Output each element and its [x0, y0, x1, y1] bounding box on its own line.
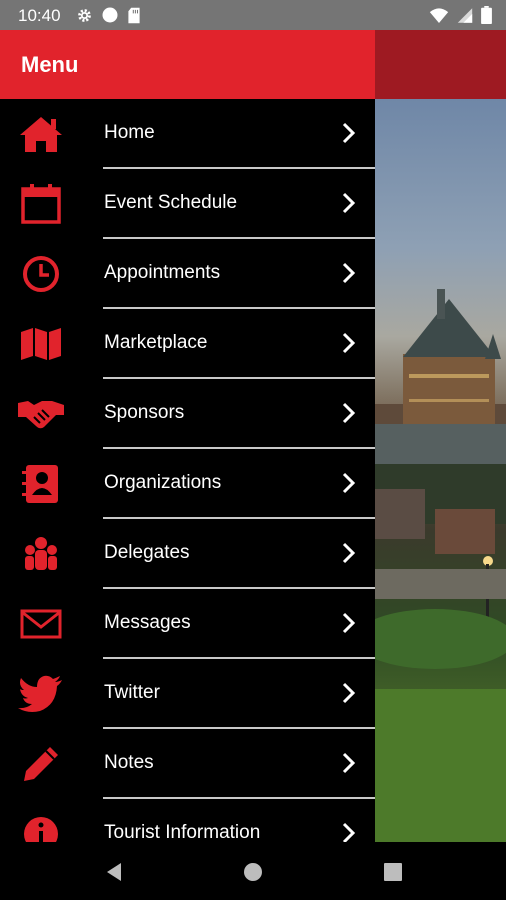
menu-item-label: Home	[104, 122, 155, 143]
background-content[interactable]	[375, 30, 506, 842]
home-button[interactable]	[241, 860, 265, 884]
menu-item-label: Event Schedule	[104, 192, 238, 213]
chevron-right-icon	[342, 682, 356, 704]
menu-item-delegates[interactable]: Delegates	[0, 519, 375, 589]
menu-item-appointments[interactable]: Appointments	[0, 239, 375, 309]
menu-item-label: Messages	[104, 612, 191, 633]
status-time: 10:40	[18, 6, 61, 25]
calendar-icon	[21, 184, 61, 224]
menu-item-label: Marketplace	[104, 332, 208, 353]
system-navigation-bar	[0, 842, 506, 900]
menu-item-marketplace[interactable]: Marketplace	[0, 309, 375, 379]
menu-item-notes[interactable]: Notes	[0, 729, 375, 799]
gear-icon	[78, 8, 91, 22]
battery-icon	[481, 6, 492, 24]
navigation-drawer: Menu Home Event Schedule Appointments Ma…	[0, 30, 375, 842]
clock-icon	[23, 256, 59, 292]
menu-item-label: Sponsors	[104, 402, 185, 423]
handshake-icon	[18, 401, 64, 429]
menu-item-tourist-information[interactable]: Tourist Information	[0, 799, 375, 842]
menu-item-label: Tourist Information	[104, 822, 261, 842]
chevron-right-icon	[342, 262, 356, 284]
back-button[interactable]	[102, 860, 126, 884]
signal-icon	[457, 7, 473, 23]
chevron-right-icon	[342, 472, 356, 494]
map-icon	[21, 328, 61, 360]
chevron-right-icon	[342, 752, 356, 774]
chevron-right-icon	[342, 542, 356, 564]
menu-item-organizations[interactable]: Organizations	[0, 449, 375, 519]
menu-item-label: Delegates	[104, 542, 190, 563]
menu-list: Home Event Schedule Appointments Marketp…	[0, 99, 375, 842]
contact-book-icon	[22, 465, 58, 503]
group-icon	[25, 537, 57, 570]
chevron-right-icon	[342, 332, 356, 354]
menu-item-label: Notes	[104, 752, 154, 773]
chevron-right-icon	[342, 122, 356, 144]
menu-item-label: Organizations	[104, 472, 222, 493]
info-icon	[24, 817, 58, 842]
status-bar: 10:40	[0, 0, 506, 30]
chevron-right-icon	[342, 192, 356, 214]
drawer-title: Menu	[21, 52, 79, 77]
envelope-icon	[20, 609, 62, 639]
background-photo	[375, 99, 506, 842]
menu-item-event-schedule[interactable]: Event Schedule	[0, 169, 375, 239]
sd-card-icon	[128, 7, 140, 23]
menu-item-home[interactable]: Home	[0, 99, 375, 169]
chevron-right-icon	[342, 402, 356, 424]
twitter-bird-icon	[18, 675, 62, 712]
home-icon	[20, 117, 62, 152]
menu-item-twitter[interactable]: Twitter	[0, 659, 375, 729]
recents-button[interactable]	[381, 860, 405, 884]
chevron-right-icon	[342, 822, 356, 842]
background-app-bar	[375, 30, 506, 99]
drawer-header: Menu	[0, 30, 375, 99]
castle-illustration	[375, 289, 506, 842]
menu-item-label: Twitter	[104, 682, 160, 703]
menu-item-label: Appointments	[104, 262, 221, 283]
menu-item-messages[interactable]: Messages	[0, 589, 375, 659]
circle-icon	[102, 7, 118, 23]
menu-item-sponsors[interactable]: Sponsors	[0, 379, 375, 449]
chevron-right-icon	[342, 612, 356, 634]
pencil-icon	[24, 747, 58, 781]
wifi-icon	[429, 7, 449, 23]
